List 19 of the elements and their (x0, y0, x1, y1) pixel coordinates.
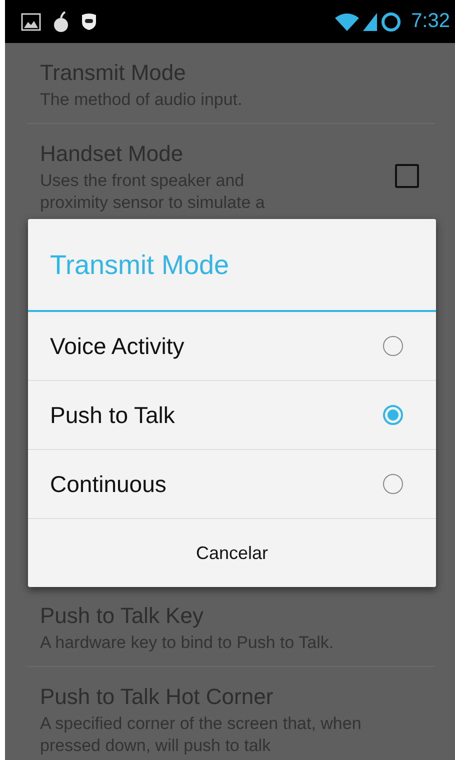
wifi-icon (335, 12, 360, 30)
shield-icon (81, 12, 97, 30)
signal-icon (363, 12, 378, 30)
radio-button[interactable] (383, 474, 403, 494)
circle-icon (381, 12, 402, 32)
option-row[interactable]: Continuous (28, 450, 436, 519)
checkbox[interactable] (395, 164, 419, 188)
radio-button[interactable] (383, 405, 403, 425)
radio-button[interactable] (383, 336, 403, 356)
option-label: Voice Activity (50, 332, 184, 360)
option-label: Continuous (50, 470, 166, 498)
clock-time: 7:32 (411, 10, 450, 33)
bomb-icon (53, 10, 69, 32)
option-label: Push to Talk (50, 402, 175, 428)
picture-icon (21, 12, 41, 30)
option-row[interactable]: Push to Talk (28, 381, 436, 450)
dialog-title: Transmit Mode (28, 219, 436, 312)
option-row[interactable]: Voice Activity (28, 312, 436, 381)
cancel-button[interactable]: Cancelar (28, 519, 436, 587)
